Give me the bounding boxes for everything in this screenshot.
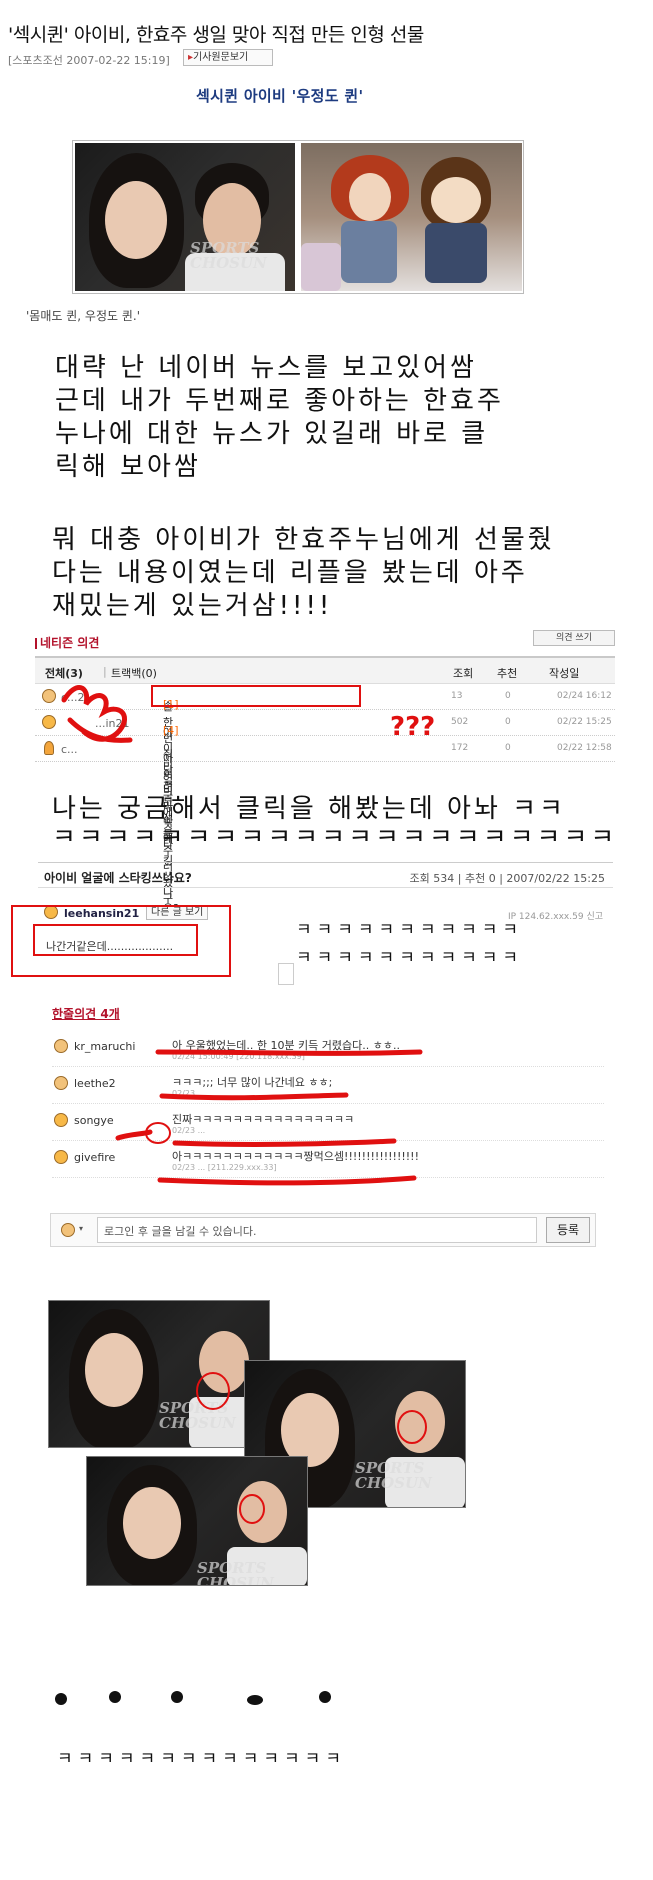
photo-dolls [301,143,522,291]
article-source: [스포츠조선 2007-02-22 15:19] [8,54,170,67]
ice-cream-icon [44,741,54,755]
table-row[interactable]: c...2 솔한번 줘달려고 선물주러 왔구만[1] 13 0 02/24 16… [35,684,615,921]
view-original-button[interactable]: ▸기사원문보기 [183,49,273,66]
write-opinion-button[interactable]: 의견 쓰기 [533,630,615,646]
table-header: 전체(3) | 트랙백(0) 조회 추천 작성일 [35,658,615,684]
zoom-photo-1: SPORTS CHOSUN [48,1300,270,1448]
comments-title: 한줄의견 4개 [52,1007,120,1021]
chevron-down-icon[interactable]: ▾ [79,1224,83,1233]
table-row[interactable]: c... 아이비 마빡에 172 0 02/22 12:58 [35,736,615,845]
comment-item: leethe2 ㅋㅋㅋ;;; 너무 많이 나간네요 ㅎㅎ; 02/23 ... [52,1068,604,1104]
article-headline: '섹시퀸' 아이비, 한효주 생일 맞아 직접 만든 인형 선물 [8,24,424,46]
opinion-table: 전체(3) | 트랙백(0) 조회 추천 작성일 c...2 솔한번 줘달려고 … [35,656,615,921]
narration-paragraph-3-continued: ㅋㅋㅋㅋㅋㅋㅋㅋㅋㅋㅋㅋㅋㅋㅋㅋㅋㅋㅋㅋㅋ [52,824,618,841]
comment-form: ▾ 로그인 후 글을 남길 수 있습니다. 등록 [50,1213,596,1247]
tab-all[interactable]: 전체(3) [45,665,83,681]
zoom-photo-3: SPORTS CHOSUN [86,1456,308,1586]
column-recommend: 추천 [497,667,518,680]
netizen-opinion-board: 네티즌 의견 의견 쓰기 전체(3) | 트랙백(0) 조회 추천 작성일 c.… [35,630,615,921]
post-meta: 조회 534 | 추천 0 | 2007/02/22 15:25 [409,872,605,885]
avatar [54,1150,68,1164]
register-button[interactable]: 등록 [546,1217,590,1243]
narration-paragraph-1: 대략 난 네이버 뉴스를 보고있어쌈 근데 내가 두번째로 좋아하는 한효주 누… [55,353,504,482]
avatar [54,1076,68,1090]
avatar [44,905,58,919]
photo-watermark: SPORTS CHOSUN [197,1559,274,1586]
photo-two-women: SPORTS CHOSUN [75,143,295,291]
column-date: 작성일 [549,667,580,680]
other-posts-button[interactable]: 다른 글 보기 [146,905,208,920]
avatar [42,689,56,703]
final-laugh: ㅋㅋㅋㅋㅋㅋㅋㅋㅋㅋㅋㅋㅋㅋ [57,1749,346,1769]
narration-paragraph-2: 뭐 대충 아이비가 한효주누님에게 선물줬 다는 내용이였는데 리플을 봤는데 … [52,525,555,621]
photo-watermark: SPORTS CHOSUN [355,1459,432,1492]
laugh-row-1: ㅋㅋㅋㅋㅋㅋㅋㅋㅋㅋㅋ [296,920,524,940]
avatar [42,715,56,729]
post-body: 나간거같은데................... [46,940,174,953]
article-subhead: 섹시퀸 아이비 '우정도 퀸' [196,87,364,105]
avatar [54,1113,68,1127]
post-title: 아이비 얼굴에 스타킹쓰나요? [44,871,192,885]
report-link[interactable]: 신고 [586,912,603,922]
article-photo: SPORTS CHOSUN [72,140,524,294]
post-detail: 아이비 얼굴에 스타킹쓰나요? 조회 534 | 추천 0 | 2007/02/… [38,862,613,1272]
table-row[interactable]: ...in21 아이비 얼굴에 스타킹쓰나요?[4] 502 0 02/22 1… [35,710,615,915]
comment-item: givefire 아ㅋㅋㅋㅋㅋㅋㅋㅋㅋㅋㅋㅋ짱먹으셈!!!!!!!!!!!!!!… [52,1142,604,1178]
photo-watermark: SPORTS CHOSUN [190,239,267,272]
post-author[interactable]: leehansin21 [64,907,139,920]
board-title: 네티즌 의견 [35,634,615,651]
laugh-row-2: ㅋㅋㅋㅋㅋㅋㅋㅋㅋㅋㅋ [296,948,524,968]
avatar [54,1039,68,1053]
comment-input[interactable]: 로그인 후 글을 남길 수 있습니다. [97,1217,537,1243]
column-views: 조회 [453,667,474,680]
comment-item: kr_maruchi 아 우울했었는데.. 한 10분 키득 거렸습다.. ㅎㅎ… [52,1031,604,1067]
comment-item: songye 진짜ㅋㅋㅋㅋㅋㅋㅋㅋㅋㅋㅋㅋㅋㅋㅋㅋ 02/23 ... [52,1105,604,1141]
avatar-selector[interactable] [61,1223,75,1237]
tab-trackback[interactable]: 트랙백(0) [111,665,157,681]
photo-caption: '몸매도 퀸, 우정도 퀸.' [26,309,140,323]
narration-paragraph-3: 나는 궁금해서 클릭을 해봤는데 아놔 ㅋㅋ [52,794,566,824]
